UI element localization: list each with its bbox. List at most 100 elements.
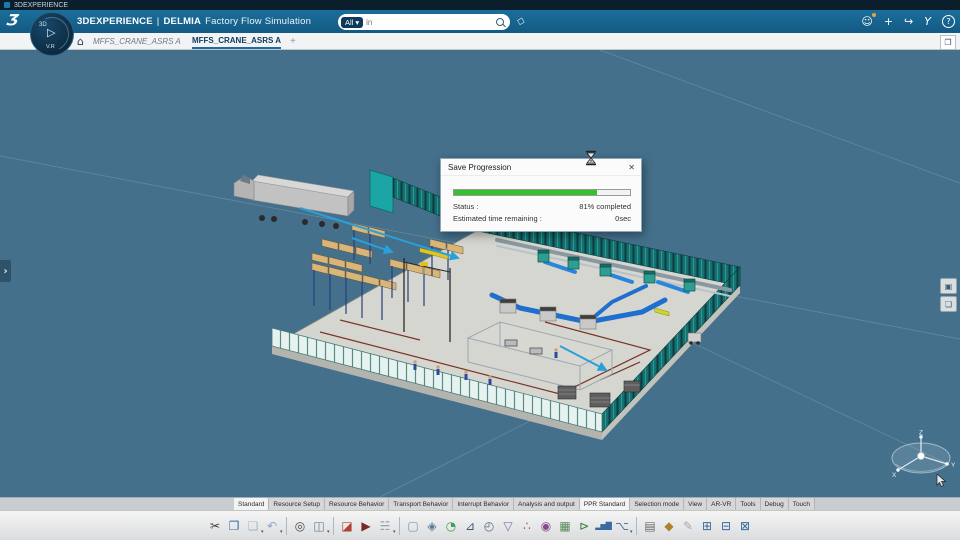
- machine-behavior-icon[interactable]: ☵▾: [377, 515, 394, 536]
- search-scope-dropdown[interactable]: All ▾: [341, 17, 363, 28]
- new-tab-button[interactable]: +: [290, 36, 296, 47]
- ribbon-tab-standard[interactable]: Standard: [234, 498, 269, 510]
- tag-icon[interactable]: ◇: [516, 15, 526, 28]
- bar-chart-icon[interactable]: ▂▅▇: [595, 515, 612, 536]
- fullscreen-icon[interactable]: ❐: [940, 35, 956, 50]
- axis-y-label: Y: [951, 462, 956, 469]
- home-icon[interactable]: ⌂: [77, 36, 84, 47]
- tab-mffs-crane-asrs-a-explore[interactable]: MFFS_CRANE_ASRS A (Explo: [93, 37, 183, 46]
- ribbon-tab-debug[interactable]: Debug: [761, 498, 789, 510]
- table-grid-icon[interactable]: ▦: [557, 515, 574, 536]
- os-titlebar: 3DEXPERIENCE: [0, 0, 960, 10]
- notification-badge: [872, 13, 876, 17]
- window-title: 3DEXPERIENCE: [14, 2, 68, 9]
- dropdown-caret[interactable]: ▾: [393, 529, 396, 535]
- monitor-icon-glyph: ▤: [644, 519, 655, 533]
- panel-expander-chevron[interactable]: ›: [0, 260, 11, 282]
- gauge-icon-glyph: ◴: [484, 519, 494, 533]
- dropdown-caret[interactable]: ▾: [327, 529, 330, 535]
- pie-report-icon-glyph: ◔: [446, 519, 456, 533]
- dialog-titlebar[interactable]: Save Progression ✕: [441, 159, 641, 176]
- ribbon-tab-view[interactable]: View: [684, 498, 707, 510]
- add-content-icon[interactable]: +: [884, 15, 893, 28]
- db-export-sync-icon-glyph: ⊠: [740, 519, 750, 533]
- cut-icon-glyph: ✂: [210, 519, 220, 533]
- appbar-right-icons: ☺ + ↪ Y?: [861, 10, 955, 33]
- ribbon-tab-tools[interactable]: Tools: [736, 498, 760, 510]
- media-layers-icon[interactable]: ❏: [940, 296, 957, 312]
- db-export-add-icon-glyph: ⊞: [702, 519, 712, 533]
- ribbon-tab-interrupt-behavior[interactable]: Interrupt Behavior: [453, 498, 514, 510]
- export-3d-icon-glyph: ◈: [427, 519, 436, 533]
- 3dexperience-compass-button[interactable]: 3D ▷ V.R: [30, 12, 74, 56]
- undo-icon[interactable]: ↶▾: [264, 515, 281, 536]
- play-experience-icon[interactable]: ▶: [358, 515, 375, 536]
- search-icon[interactable]: [496, 18, 504, 26]
- ribbon-tab-resource-setup[interactable]: Resource Setup: [269, 498, 325, 510]
- filter-edit-icon[interactable]: ✎: [680, 515, 697, 536]
- compass-vr-label: V.R: [46, 44, 55, 50]
- share-icon[interactable]: ↪: [904, 15, 913, 28]
- catalog-browser-icon-glyph: ◫: [313, 519, 324, 533]
- db-export-sync-icon[interactable]: ⊠: [737, 515, 754, 536]
- dropdown-caret[interactable]: ▾: [630, 529, 633, 535]
- copy-icon[interactable]: ❐: [226, 515, 243, 536]
- 3d-viewport[interactable]: › ▣ ❏ Save Progression ✕ Status : 81% co…: [0, 50, 960, 497]
- ribbon-tab-ar-vr[interactable]: AR-VR: [707, 498, 736, 510]
- hierarchy-icon[interactable]: ⌥▾: [614, 515, 631, 536]
- hourglass-busy-cursor: [585, 150, 597, 166]
- copy-icon-glyph: ❐: [229, 519, 240, 533]
- play-report-icon[interactable]: ⊳: [576, 515, 593, 536]
- db-export-remove-icon[interactable]: ⊟: [718, 515, 735, 536]
- zoom-search-icon[interactable]: ◎: [292, 515, 309, 536]
- ribbon-tab-touch[interactable]: Touch: [789, 498, 815, 510]
- db-export-add-icon[interactable]: ⊞: [699, 515, 716, 536]
- search-input[interactable]: [363, 18, 496, 27]
- status-value: 81% completed: [579, 202, 631, 211]
- capture-camera-icon[interactable]: ▣: [940, 278, 957, 294]
- eta-label: Estimated time remaining :: [453, 214, 542, 223]
- axis-x-label: X: [892, 472, 897, 479]
- app-window-icon: [4, 2, 10, 8]
- ribbon-tab-selection-mode[interactable]: Selection mode: [630, 498, 684, 510]
- pie-report-icon[interactable]: ◔: [443, 515, 460, 536]
- monitor-icon[interactable]: ▤: [642, 515, 659, 536]
- worker-analysis-icon[interactable]: ◉: [538, 515, 555, 536]
- gauge-icon[interactable]: ◴: [481, 515, 498, 536]
- eta-value: 0sec: [615, 214, 631, 223]
- brand-app: DELMIA: [163, 16, 201, 27]
- cut-icon[interactable]: ✂: [207, 515, 224, 536]
- table-grid-icon-glyph: ▦: [559, 519, 570, 533]
- search-bar[interactable]: All ▾: [338, 14, 510, 30]
- filter-funnel-icon[interactable]: ▽: [500, 515, 517, 536]
- line-chart-icon-glyph: ⊿: [465, 519, 475, 533]
- ribbon-tab-ppr-standard[interactable]: PPR Standard: [580, 498, 631, 510]
- tab-mffs-crane-asrs-a[interactable]: MFFS_CRANE_ASRS A: [192, 33, 281, 49]
- bar-chart-icon-glyph: ▂▅▇: [595, 521, 610, 530]
- hierarchy-icon-glyph: ⌥: [615, 519, 629, 533]
- media-publish-icon[interactable]: ◪: [339, 515, 356, 536]
- account-icon[interactable]: ☺: [861, 15, 872, 28]
- filter-edit-icon-glyph: ✎: [683, 519, 693, 533]
- community-icon[interactable]: Y: [924, 15, 931, 28]
- ribbon-tab-resource-behavior[interactable]: Resource Behavior: [325, 498, 389, 510]
- catalog-browser-icon[interactable]: ◫▾: [311, 515, 328, 536]
- compass-3d-label: 3D: [39, 22, 47, 28]
- ribbon-tab-analysis-and-output[interactable]: Analysis and output: [514, 498, 580, 510]
- help-icon[interactable]: ?: [942, 15, 955, 28]
- export-3d-icon[interactable]: ◈: [424, 515, 441, 536]
- snapshot-window-icon-glyph: ▢: [407, 519, 418, 533]
- close-icon[interactable]: ✕: [628, 164, 635, 172]
- molecule-flow-icon[interactable]: ∴: [519, 515, 536, 536]
- search-scope-label: All: [345, 18, 353, 27]
- cube-token-icon[interactable]: ◆: [661, 515, 678, 536]
- brand-suffix: Factory Flow Simulation: [205, 16, 311, 27]
- ribbon-tab-transport-behavior[interactable]: Transport Behavior: [389, 498, 453, 510]
- toolbar-separator: [286, 517, 287, 535]
- snapshot-window-icon[interactable]: ▢: [405, 515, 422, 536]
- dropdown-caret[interactable]: ▾: [280, 529, 283, 535]
- paste-icon[interactable]: ❏▾: [245, 515, 262, 536]
- play-experience-icon-glyph: ▶: [361, 519, 370, 533]
- molecule-flow-icon-glyph: ∴: [523, 519, 531, 533]
- line-chart-icon[interactable]: ⊿: [462, 515, 479, 536]
